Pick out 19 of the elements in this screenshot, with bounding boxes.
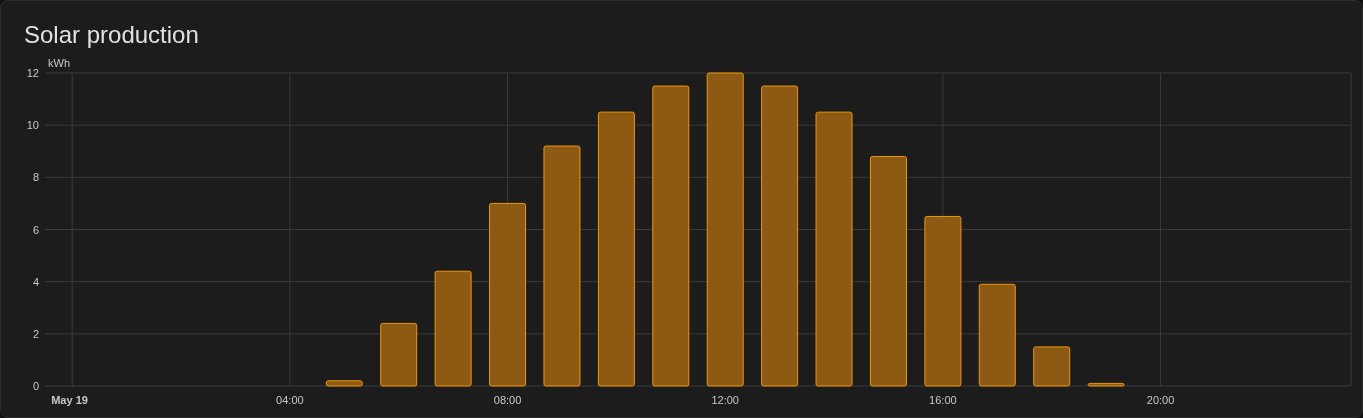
bar — [1087, 382, 1125, 387]
y-axis-label: 2 — [32, 327, 39, 340]
y-axis-label: 8 — [32, 171, 39, 184]
y-axis-label: 10 — [26, 119, 39, 132]
x-axis-label: 04:00 — [276, 394, 304, 406]
bar — [1033, 346, 1071, 387]
y-axis-unit: kWh — [48, 57, 70, 69]
y-axis-label: 4 — [32, 275, 39, 288]
x-axis-label: 16:00 — [929, 394, 957, 406]
card-title: Solar production — [23, 20, 200, 50]
bar — [380, 322, 418, 387]
x-axis-label: 08:00 — [493, 394, 522, 406]
bar — [325, 380, 363, 387]
y-axis-label: 12 — [26, 67, 39, 79]
x-axis-label: 12:00 — [711, 394, 739, 406]
y-axis-label: 6 — [32, 223, 39, 236]
x-axis-label: 20:00 — [1146, 394, 1175, 406]
x-axis-label: May 19 — [51, 394, 88, 406]
y-axis-label: 0 — [32, 380, 39, 392]
